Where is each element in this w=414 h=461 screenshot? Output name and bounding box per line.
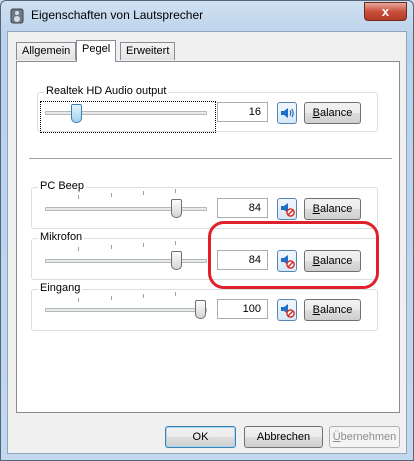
balance-button[interactable]: Balance	[304, 102, 361, 124]
slider-tick	[111, 296, 112, 300]
volume-value-field[interactable]: 100	[217, 299, 268, 319]
highlight-annotation	[208, 221, 379, 289]
balance-label: alance	[319, 107, 353, 119]
apply-button[interactable]: Übernehmen	[329, 426, 400, 448]
slider-tick	[143, 191, 144, 195]
volume-slider-thumb[interactable]	[195, 300, 206, 319]
slider-tick	[175, 292, 176, 296]
speaker-muted-icon	[281, 304, 295, 318]
tab-erweitert[interactable]: Erweitert	[120, 42, 176, 60]
close-button[interactable]: x	[364, 2, 407, 21]
balance-label: alance	[319, 304, 353, 316]
balance-mnemonic: B	[312, 203, 320, 215]
slider-tick	[143, 294, 144, 298]
balance-button[interactable]: Balance	[304, 299, 361, 321]
volume-value-field[interactable]: 16	[217, 102, 268, 122]
slider-tick	[143, 243, 144, 247]
ok-button[interactable]: OK	[165, 426, 236, 448]
volume-slider-track[interactable]	[45, 207, 207, 211]
properties-dialog: Eigenschaften von Lautsprecher x Allgeme…	[0, 0, 414, 461]
volume-slider-track[interactable]	[45, 308, 207, 312]
speaker-muted-icon	[281, 203, 295, 217]
speaker-sound-icon	[281, 108, 294, 118]
tab-allgemein[interactable]: Allgemein	[16, 42, 77, 60]
mute-toggle-button[interactable]	[277, 198, 297, 220]
slider-focus-rect	[40, 101, 216, 133]
slider-tick	[78, 298, 79, 302]
slider-tick	[175, 189, 176, 193]
slider-tick	[175, 241, 176, 245]
apply-mnemonic: Ü	[332, 431, 341, 443]
slider-tick	[78, 247, 79, 251]
volume-slider-thumb[interactable]	[171, 251, 182, 270]
mute-toggle-button[interactable]	[277, 299, 297, 321]
balance-mnemonic: B	[312, 304, 320, 316]
balance-mnemonic: B	[312, 107, 320, 119]
channel-label: Realtek HD Audio output	[44, 85, 169, 97]
apply-label: bernehmen	[340, 431, 397, 443]
title-bar[interactable]: Eigenschaften von Lautsprecher x	[1, 1, 413, 31]
tab-pegel[interactable]: Pegel	[76, 40, 117, 62]
cancel-button[interactable]: Abbrechen	[244, 426, 323, 448]
separator-line	[29, 158, 392, 160]
balance-label: alance	[319, 203, 353, 215]
volume-value-field[interactable]: 84	[217, 198, 268, 218]
volume-slider-thumb[interactable]	[71, 104, 82, 123]
channel-label: Eingang	[38, 282, 83, 294]
window-title: Eigenschaften von Lautsprecher	[31, 8, 204, 22]
volume-slider-track[interactable]	[45, 111, 207, 115]
volume-slider-track[interactable]	[45, 259, 207, 263]
slider-tick	[111, 193, 112, 197]
slider-tick	[78, 195, 79, 199]
mute-toggle-button[interactable]	[277, 102, 297, 124]
balance-button[interactable]: Balance	[304, 198, 361, 220]
volume-slider-thumb[interactable]	[171, 199, 182, 218]
channel-label: PC Beep	[38, 180, 87, 192]
channel-label: Mikrofon	[38, 231, 85, 243]
speaker-icon	[10, 8, 24, 24]
slider-tick	[111, 245, 112, 249]
